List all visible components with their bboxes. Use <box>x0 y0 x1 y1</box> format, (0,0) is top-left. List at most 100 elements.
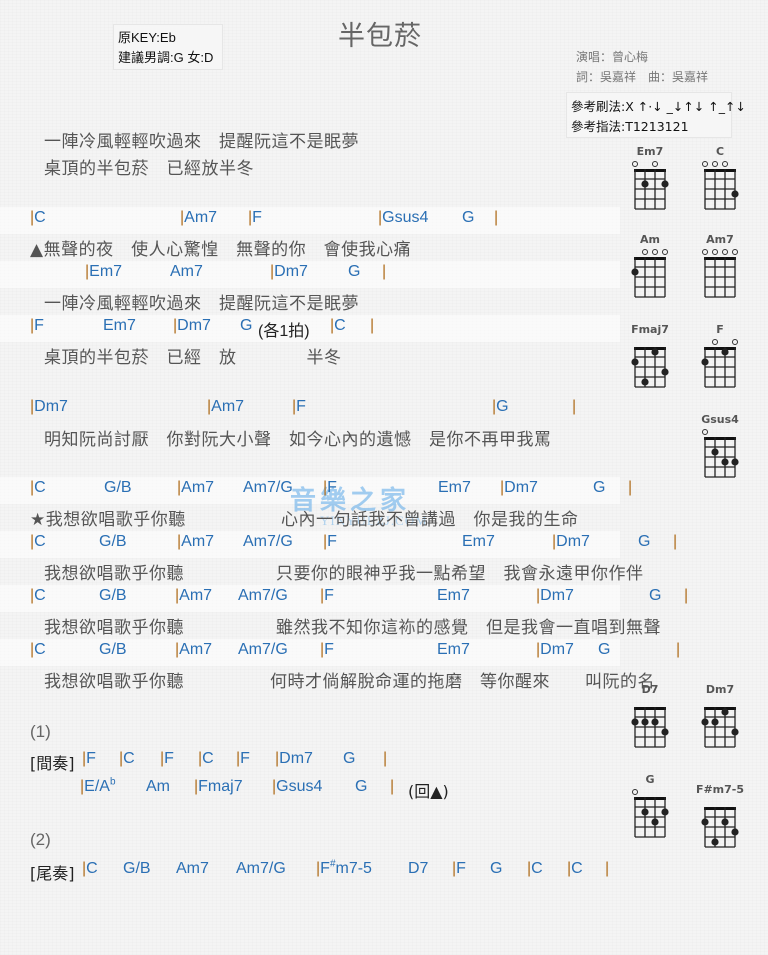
open-string-marker <box>712 161 718 167</box>
finger-dot <box>731 728 739 736</box>
open-string-marker <box>652 249 658 255</box>
open-string-marker <box>712 249 718 255</box>
verse-3-chord: |Dm7 <box>173 317 211 335</box>
chorus-4-chord: G/B <box>99 641 127 659</box>
nut <box>704 257 736 260</box>
chord-name: G <box>355 778 368 795</box>
chord-name: C <box>34 533 46 550</box>
chord-name: G/B <box>123 860 151 877</box>
open-string-marker <box>642 249 648 255</box>
finger-dot <box>641 180 649 188</box>
singer: 演唱：曾心梅 <box>576 50 649 64</box>
chord-name: Am7 <box>181 479 215 496</box>
chorus-1-chord: Em7 <box>438 479 471 497</box>
chorus-lyric-a-4: 我想欲唱歌乎你聽 <box>44 672 184 692</box>
finger-dot <box>711 838 719 846</box>
fretboard <box>701 707 739 748</box>
chord-name: C <box>34 587 46 604</box>
bar-line: | <box>684 587 689 604</box>
interlude-1-chord: G <box>343 750 355 768</box>
verse-lyric-1: ▲無聲的夜 使人心驚惶 無聲的你 會使我心痛 <box>30 240 412 260</box>
finger-dot <box>721 348 729 356</box>
chorus-lyric-b-1: 心內一句話我不曾講過 你是我的生命 <box>281 510 579 530</box>
chord-name: Am <box>146 778 170 795</box>
nut <box>634 169 666 172</box>
chorus-2-chord: | <box>673 533 677 551</box>
chord-name: Dm7 <box>556 533 590 550</box>
chorus-4-chord: |C <box>30 641 46 659</box>
fretboard <box>702 161 739 210</box>
finger-dot <box>631 268 639 276</box>
chord-name: Gsus4 <box>382 209 429 226</box>
finger-dot <box>651 348 659 356</box>
nut <box>704 347 736 350</box>
chorus-4-chord: Em7 <box>437 641 470 659</box>
chord-name: F <box>240 750 250 767</box>
verse-3-chord: G <box>240 317 252 335</box>
bar-line: | <box>383 750 388 767</box>
outro-a-chord: Am7/G <box>236 860 286 878</box>
suggested-key: 建議男調:G 女:D <box>118 50 214 65</box>
bar-line: | <box>494 209 499 226</box>
verse-2-chord: Am7 <box>170 263 203 281</box>
chord-diagram-em7: Em7 <box>620 145 680 219</box>
verse-3-chord: |C <box>330 317 346 335</box>
credits: 演唱：曾心梅 詞：吳嘉祥 曲：吳嘉祥 <box>576 47 708 87</box>
fretboard <box>632 161 669 210</box>
chorus-2-chord: |C <box>30 533 46 551</box>
fretboard <box>702 249 738 298</box>
verse-1-chord: |C <box>30 209 46 227</box>
verse-lyric-2: 一陣冷風輕輕吹過來 提醒阮這不是眠夢 <box>44 294 359 314</box>
open-string-marker <box>702 429 708 435</box>
chord-name: G <box>649 587 662 604</box>
chord-name: G <box>348 263 361 280</box>
fretboard <box>631 707 669 748</box>
finger-dot <box>711 718 719 726</box>
chorus-1-chord: | <box>628 479 632 497</box>
chord-diagram-name: Gsus4 <box>701 413 739 426</box>
verse-1-chord: | <box>494 209 498 227</box>
open-string-marker <box>722 161 728 167</box>
chord-name: Am7 <box>176 860 209 877</box>
outro-b-chord: |F <box>452 860 466 878</box>
chord-name: G <box>638 533 651 550</box>
verse-1-chord: |F <box>248 209 262 227</box>
chord-name: E/A <box>84 778 110 795</box>
chord-name: Dm7 <box>540 641 574 658</box>
nut <box>704 437 736 440</box>
finger-dot <box>651 818 659 826</box>
strum-info-box: 參考刷法:X ↑·↓ _↓↑↓ ↑_↑↓ 參考指法:T1213121 <box>566 92 746 138</box>
chord-name: C <box>34 209 46 226</box>
chord-name: Am7 <box>181 533 215 550</box>
outro-b-chord: |C <box>567 860 583 878</box>
chord-diagram-gsus4: Gsus4 <box>690 413 750 487</box>
chord-name: F <box>86 750 96 767</box>
fretboard <box>631 347 669 388</box>
interlude-1-chord: | <box>383 750 387 768</box>
chorus-1-chord: |Dm7 <box>500 479 538 497</box>
finger-dot <box>631 718 639 726</box>
chord-diagram-dm7: Dm7 <box>690 683 750 757</box>
chord-name: Am7/G <box>236 860 286 877</box>
chord-name: Dm7 <box>540 587 574 604</box>
fretboard <box>702 429 739 478</box>
chord-name: Am7/G <box>238 587 288 604</box>
strum-pattern: 參考刷法:X ↑·↓ _↓↑↓ ↑_↑↓ <box>571 99 746 114</box>
interlude-marker: (1) <box>30 722 51 741</box>
interlude-2-chord: |Fmaj7 <box>194 778 243 796</box>
interlude-label: [間奏] <box>30 754 75 773</box>
open-string-marker <box>722 249 728 255</box>
bar-line: | <box>676 641 681 658</box>
chord-name: Am7 <box>170 263 203 280</box>
interlude-1-chord: |C <box>119 750 135 768</box>
repeat-back-marker: (回▲) <box>408 782 449 801</box>
outro-label: [尾奏] <box>30 864 75 883</box>
chord-diagram-f: F <box>690 323 750 397</box>
chorus-4-chord: Am7/G <box>238 641 288 659</box>
verse-1-chord: G <box>462 209 474 227</box>
chord-name: C <box>571 860 583 877</box>
chorus-3-chord: | <box>684 587 688 605</box>
fretboard <box>701 807 739 848</box>
chord-name: F <box>327 479 337 496</box>
finger-dot <box>721 818 729 826</box>
